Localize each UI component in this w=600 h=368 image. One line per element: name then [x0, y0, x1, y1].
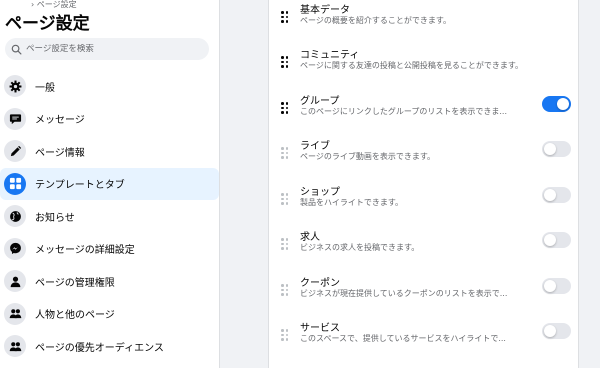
sidebar-item[interactable]: 一般 — [0, 70, 219, 102]
tab-title: 求人 — [300, 232, 320, 243]
person-icon — [4, 270, 26, 292]
sidebar-item[interactable]: ページの優先オーディエンス — [0, 330, 219, 362]
settings-nav: 一般メッセージページ情報テンプレートとタブ お知らせメッセージの詳細設定 ページの管… — [0, 70, 219, 363]
tab-row: コミュニティ ページに関する友達の投稿と公開投稿を見ることができます。 — [269, 42, 578, 87]
tab-description: このページにリンクしたグループのリストを表示できま... — [300, 107, 507, 116]
drag-handle-icon — [281, 284, 289, 296]
tab-row: ショップ 製品をハイライトできます。 — [269, 179, 578, 224]
sidebar: › ページ設定 ページ設定 一般メッセージページ情報テンプレートとタブお知らせメ… — [0, 0, 220, 368]
message-bubble-icon — [4, 107, 26, 130]
sidebar-item[interactable]: メッセージの詳細設定 — [0, 233, 219, 265]
tab-row: ライブ ページのライブ動画を表示できます。 — [269, 133, 578, 178]
sidebar-item-label: お知らせ — [35, 212, 75, 224]
tab-toggle-switch[interactable] — [542, 141, 571, 157]
sidebar-item[interactable]: ページ情報 — [0, 135, 219, 167]
sidebar-item[interactable]: お知らせ — [0, 200, 219, 232]
sidebar-item-label: ページの管理権限 — [35, 277, 115, 289]
toggle-knob — [544, 325, 556, 337]
sidebar-item[interactable]: メッセージ — [0, 103, 219, 135]
tab-toggle-switch[interactable] — [542, 187, 571, 203]
tab-title: サービス — [300, 323, 340, 334]
drag-handle-icon — [281, 147, 289, 159]
toggle-knob — [544, 234, 556, 246]
people-icon — [4, 335, 26, 357]
tab-title: 基本データ — [300, 5, 350, 16]
messenger-icon — [4, 237, 26, 260]
sidebar-item-label: メッセージ — [35, 115, 85, 126]
people-icon — [4, 302, 26, 325]
sidebar-item-label: ページの優先オーディエンス — [35, 342, 164, 354]
tab-row: サービス このスペースで、提供しているサービスをハイライトで... — [269, 315, 578, 360]
drag-handle-icon[interactable] — [281, 11, 289, 23]
pencil-icon — [4, 140, 26, 162]
drag-handle-icon[interactable] — [281, 102, 289, 114]
tab-description: このスペースで、提供しているサービスをハイライトで... — [300, 334, 506, 343]
sidebar-item-label: メッセージの詳細設定 — [35, 245, 135, 256]
tab-description: ページのライブ動画を表示できます。 — [300, 152, 436, 161]
tab-row: クーポン ビジネスが現在提供しているクーポンのリストを表示で... — [269, 270, 578, 315]
sidebar-item-label: テンプレートとタブ — [35, 180, 125, 191]
tab-toggle-switch[interactable] — [542, 323, 571, 339]
sidebar-item[interactable]: ページの管理権限 — [0, 265, 219, 297]
search-icon — [11, 44, 22, 54]
tab-description: 製品をハイライトできます。 — [300, 198, 404, 207]
tab-title: ショップ — [300, 187, 340, 198]
search-input[interactable] — [26, 44, 206, 54]
sidebar-item-label: 人物と他のページ — [35, 310, 115, 321]
tab-toggle-switch[interactable] — [542, 232, 571, 248]
toggle-knob — [544, 280, 556, 292]
drag-handle-icon — [281, 238, 289, 250]
tab-description: ページに関する友達の投稿と公開投稿を見ることができます。 — [300, 61, 524, 70]
drag-handle-icon[interactable] — [281, 56, 289, 68]
tab-row: 求人 ビジネスの求人を投稿できます。 — [269, 224, 578, 269]
tab-description: ビジネスが現在提供しているクーポンのリストを表示で... — [300, 289, 508, 298]
toggle-knob — [544, 189, 556, 201]
gear-icon — [4, 75, 26, 97]
tab-title: コミュニティ — [300, 50, 360, 61]
tab-description: ページの概要を紹介することができます。 — [300, 16, 452, 25]
tabs-panel: 基本データ ページの概要を紹介することができます。 コミュニティ ページに関する友達の… — [268, 0, 579, 368]
toggle-knob — [557, 98, 569, 110]
drag-handle-icon — [281, 329, 289, 341]
tab-toggle-switch[interactable] — [542, 96, 571, 112]
tab-toggle-switch[interactable] — [542, 278, 571, 294]
tab-row: グループ このページにリンクしたグループのリストを表示できま... — [269, 88, 578, 133]
tab-title: クーポン — [300, 278, 340, 289]
sidebar-item-label: 一般 — [35, 82, 55, 94]
grid-icon — [4, 172, 26, 195]
page-title: ページ設定 — [5, 14, 90, 34]
tab-row: 基本データ ページの概要を紹介することができます。 — [269, 0, 578, 42]
drag-handle-icon — [281, 193, 289, 205]
sidebar-item[interactable]: テンプレートとタブ — [0, 167, 219, 200]
globe-icon — [4, 205, 26, 227]
tab-description: ビジネスの求人を投稿できます。 — [300, 243, 420, 252]
search-box[interactable] — [5, 38, 209, 60]
sidebar-item-label: ページ情報 — [35, 147, 85, 159]
toggle-knob — [544, 143, 556, 155]
tab-title: ライブ — [300, 141, 330, 152]
sidebar-item[interactable]: 人物と他のページ — [0, 298, 219, 330]
tab-title: グループ — [300, 96, 340, 107]
